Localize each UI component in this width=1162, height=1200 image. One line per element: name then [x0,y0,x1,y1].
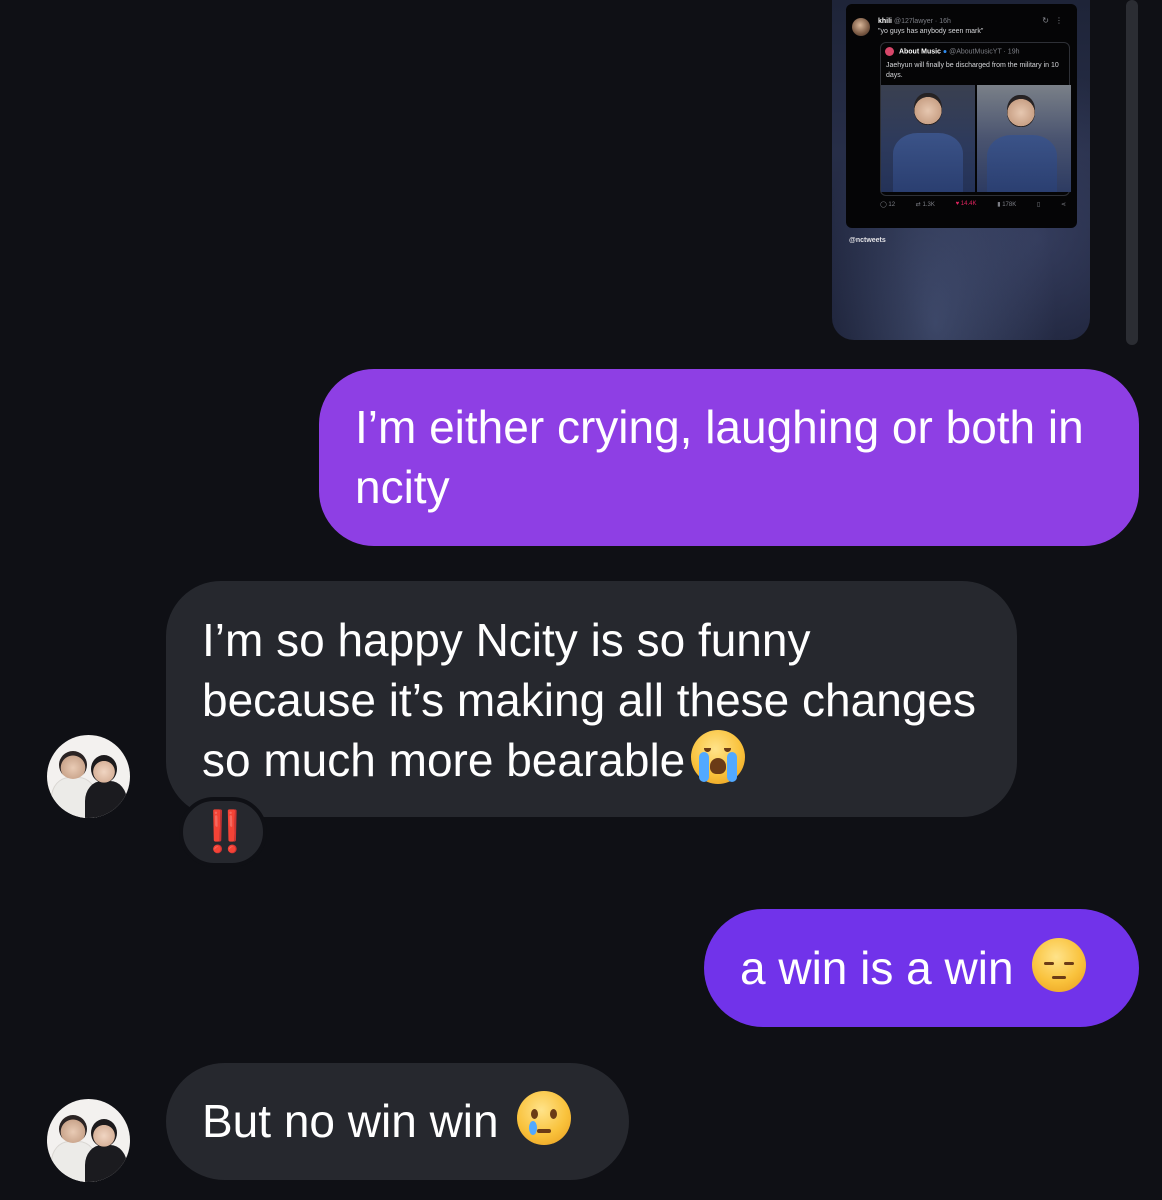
person-head [1007,95,1035,127]
person-body [893,133,963,192]
tweet-stats: ◯ 12 ⇄ 1.3K ♥ 14.4K ▮ 178K ▯ ⋖ [880,201,1066,208]
received-message-bubble[interactable]: But no win win [166,1063,629,1180]
quoted-photo-2[interactable] [977,85,1071,192]
face-holding-back-tears-icon [516,1091,571,1145]
quoted-text: Jaehyun will finally be discharged from … [886,62,1059,79]
tweet-author: khili @127lawyer · 16h [878,18,951,25]
tweet-text: "yo guys has anybody seen mark" [878,28,984,35]
refresh-icon[interactable]: ↻ [1042,16,1055,25]
share-icon[interactable]: ⋖ [1061,201,1066,208]
quoted-tweet[interactable]: About Music ● @AboutMusicYT · 19h Jaehyu… [880,42,1071,196]
received-message-bubble[interactable]: I’m so happy Ncity is so funny because i… [166,581,1017,817]
message-reaction[interactable]: ‼️ [179,797,267,867]
views-icon: ▮ [997,202,1001,208]
message-text: But no win win [202,1095,499,1147]
tweet-actions: ↻⋮ [1042,16,1069,25]
views-count: 178K [1002,202,1017,208]
message-text: I’m so happy Ncity is so funny because i… [202,614,976,786]
source-handle: @nctweets [849,237,886,244]
heart-icon: ♥ [955,201,960,207]
reply-icon: ◯ [880,202,887,208]
retweet-icon: ⇄ [915,202,921,208]
sent-message-bubble[interactable]: I’m either crying, laughing or both in n… [319,369,1139,546]
quoted-handle-time: @AboutMusicYT · 19h [949,48,1020,56]
like-count: 14.4K [960,201,977,207]
tweet-handle-time: @127lawyer · 16h [893,18,951,25]
reply-count: 12 [888,202,896,208]
shared-post-card[interactable]: khili @127lawyer · 16h "yo guys has anyb… [832,0,1090,340]
contact-avatar[interactable] [47,735,130,818]
quoted-photo-1[interactable] [881,85,975,192]
like-stat[interactable]: ♥ 14.4K [956,201,977,208]
person-head [914,93,942,125]
views-stat: ▮ 178K [997,201,1016,208]
quoted-display-name: About Music [898,48,941,56]
tweet-display-name: khili [878,18,893,25]
reply-stat[interactable]: ◯ 12 [880,201,895,208]
message-text: I’m either crying, laughing or both in n… [355,401,1084,513]
quoted-author-avatar [885,47,894,56]
quoted-author: About Music ● @AboutMusicYT · 19h [885,47,1020,56]
more-icon[interactable]: ⋮ [1055,16,1069,25]
scrollbar[interactable] [1126,0,1138,345]
sent-message-bubble[interactable]: a win is a win [704,909,1139,1027]
chat-thread: khili @127lawyer · 16h "yo guys has anyb… [0,0,1162,1200]
contact-avatar[interactable] [47,1099,130,1182]
loudly-crying-face-icon [691,730,746,784]
message-text: a win is a win [740,942,1014,994]
retweet-count: 1.3K [922,202,935,208]
bookmark-icon[interactable]: ▯ [1037,201,1040,208]
person-body [987,135,1057,192]
verified-badge-icon: ● [942,48,948,56]
retweet-stat[interactable]: ⇄ 1.3K [916,201,935,208]
embedded-tweet[interactable]: khili @127lawyer · 16h "yo guys has anyb… [846,4,1077,228]
pensive-face-icon [1031,938,1086,992]
tweet-author-avatar [852,18,870,36]
